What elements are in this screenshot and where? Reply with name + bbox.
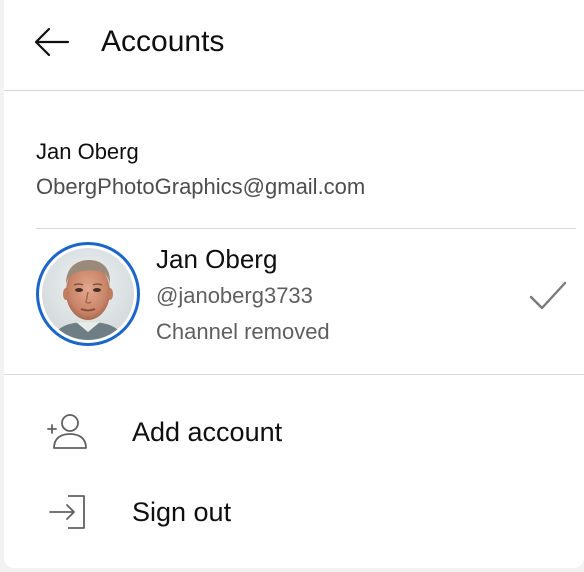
- back-button[interactable]: [30, 20, 74, 64]
- section-divider: [4, 374, 584, 375]
- google-account-name: Jan Oberg: [36, 139, 139, 164]
- add-account-label: Add account: [132, 417, 283, 447]
- page-title: Accounts: [101, 25, 225, 58]
- checkmark-icon: [529, 281, 567, 310]
- header: Accounts: [4, 0, 584, 91]
- accounts-panel: Accounts Jan Oberg ObergPhotoGraphics@gm…: [4, 0, 584, 568]
- google-account-email: ObergPhotoGraphics@gmail.com: [36, 174, 366, 199]
- channel-account-row[interactable]: Jan Oberg @janoberg3733 Channel removed: [4, 229, 584, 374]
- add-account-button[interactable]: Add account: [4, 392, 584, 472]
- profile-photo: [42, 248, 134, 340]
- add-person-icon: [47, 414, 87, 449]
- channel-handle: @janoberg3733: [156, 283, 313, 308]
- sign-out-label: Sign out: [132, 497, 232, 527]
- arrow-left-icon: [34, 27, 70, 57]
- avatar: [36, 242, 140, 346]
- channel-status: Channel removed: [156, 319, 330, 344]
- sign-out-icon: [49, 495, 85, 529]
- channel-name: Jan Oberg: [156, 244, 278, 274]
- sign-out-button[interactable]: Sign out: [4, 472, 584, 552]
